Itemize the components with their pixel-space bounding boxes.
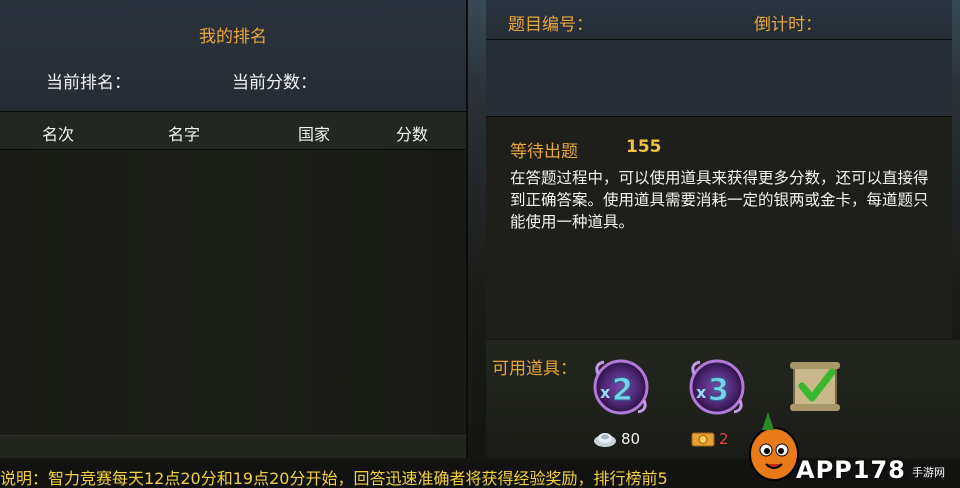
- ranking-list[interactable]: [0, 150, 466, 435]
- column-name: 名字: [168, 125, 201, 144]
- countdown-label: 倒计时：: [754, 15, 822, 35]
- question-number-label: 题目编号：: [508, 15, 593, 35]
- notice-text: 说明：智力竞赛每天12点20分和19点20分开始，回答迅速准确者将获得经验奖励，…: [0, 469, 668, 488]
- ranking-table-header: 名次 名字 国家 分数: [0, 112, 466, 150]
- current-rank-label: 当前排名：: [46, 73, 131, 93]
- question-description: 在答题过程中，可以使用道具来获得更多分数，还可以直接得到正确答案。使用道具需要消…: [510, 169, 929, 231]
- items-label: 可用道具：: [492, 359, 577, 379]
- watermark-text: APP178: [796, 456, 906, 484]
- column-rank: 名次: [42, 125, 75, 144]
- question-body: 等待出题 155 在答题过程中，可以使用道具来获得更多分数，还可以直接得到正确答…: [486, 116, 952, 338]
- svg-text:2: 2: [612, 373, 633, 408]
- ranking-title: 我的排名: [199, 27, 267, 47]
- ranking-header: 我的排名 当前排名： 当前分数：: [0, 0, 466, 112]
- svg-text:x: x: [696, 383, 707, 402]
- column-country: 国家: [298, 125, 331, 144]
- double-score-cost-value: 80: [621, 430, 641, 448]
- question-header: 题目编号： 倒计时：: [486, 0, 952, 40]
- ranking-panel: 我的排名 当前排名： 当前分数： 名次 名字 国家 分数: [0, 0, 468, 458]
- waiting-label: 等待出题: [510, 142, 578, 162]
- question-text-area: [486, 40, 952, 116]
- svg-text:x: x: [600, 383, 611, 402]
- current-score-label: 当前分数：: [232, 73, 317, 93]
- question-panel: 题目编号： 倒计时： 等待出题 155 在答题过程中，可以使用道具来获得更多分数…: [486, 0, 960, 458]
- silver-icon: [594, 433, 616, 447]
- column-score: 分数: [396, 125, 429, 144]
- double-score-item[interactable]: x 2: [590, 356, 652, 418]
- double-score-icon: x 2: [593, 359, 649, 415]
- gold-card-icon: [691, 432, 715, 447]
- watermark-subtext: 手游网: [912, 466, 945, 479]
- watermark: APP178 手游网: [714, 402, 960, 488]
- ranking-footer: [0, 435, 466, 458]
- double-score-cost: 80: [592, 430, 640, 448]
- waiting-countdown-value: 155: [626, 137, 662, 157]
